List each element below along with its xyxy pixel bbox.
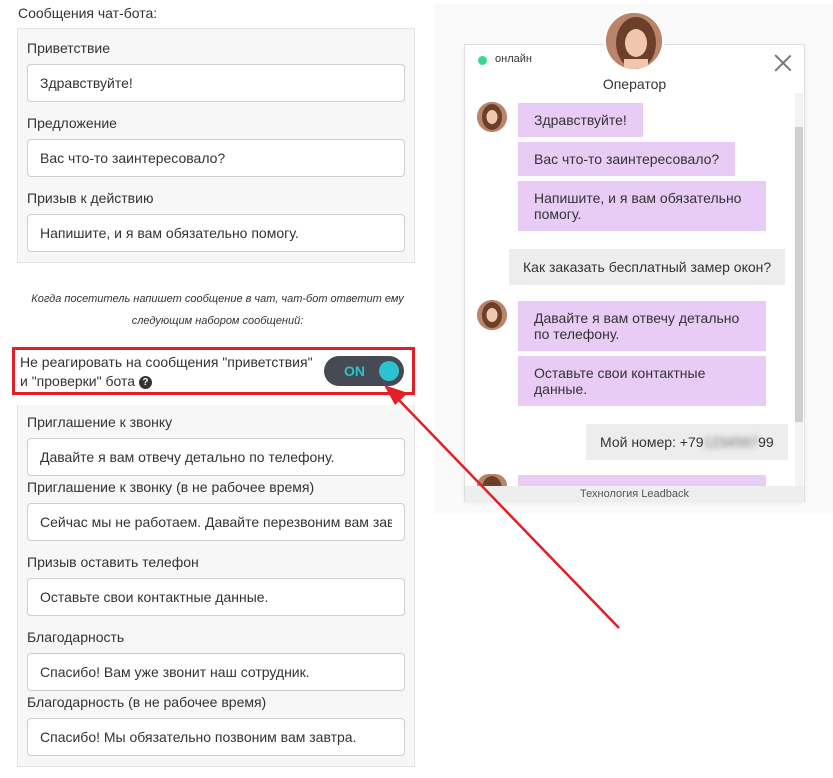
chat-scrollbar[interactable]: [795, 93, 803, 488]
ignore-greeting-switch[interactable]: ON: [324, 356, 404, 386]
greeting-label: Приветствие: [27, 40, 110, 56]
bot-message: Напишите, и я вам обязательно помогу.: [518, 181, 766, 231]
bot-message: Оставьте свои контактные данные.: [518, 356, 766, 406]
operator-avatar: [604, 11, 664, 71]
section-title: Сообщения чат-бота:: [18, 5, 158, 21]
help-icon[interactable]: ?: [138, 376, 152, 389]
call-to-action-input[interactable]: [27, 214, 405, 252]
ask-phone-input[interactable]: [27, 578, 405, 616]
phone-suffix: 99: [758, 434, 774, 450]
ignore-greeting-toggle-label: Не реагировать на сообщения "приветствия…: [20, 353, 320, 391]
info-text-line2: следующим набором сообщений:: [131, 315, 304, 327]
toggle-label-line2: и "проверки" бота: [20, 373, 136, 389]
thanks-label: Благодарность: [27, 629, 125, 645]
call-invite-input[interactable]: [27, 438, 405, 476]
switch-state-label: ON: [344, 363, 365, 379]
thanks-input[interactable]: [27, 653, 405, 691]
user-phone-message: Мой номер: +79123456799: [586, 424, 788, 460]
info-text-line1: Когда посетитель напишет сообщение в чат…: [31, 293, 404, 305]
chat-scrollbar-thumb[interactable]: [795, 127, 803, 422]
bot-message-partial: [518, 475, 766, 486]
bot-avatar: [477, 102, 507, 132]
close-icon[interactable]: [774, 54, 792, 72]
switch-knob: [379, 361, 399, 381]
online-status-icon: [478, 56, 487, 65]
user-message: Как заказать бесплатный замер окон?: [509, 249, 786, 285]
call-to-action-label: Призыв к действию: [27, 190, 154, 206]
info-text: Когда посетитель напишет сообщение в чат…: [20, 288, 415, 332]
call-invite-offhours-input[interactable]: [27, 503, 405, 541]
phone-hidden-digits: 1234567: [703, 434, 759, 450]
online-status-text: онлайн: [495, 53, 532, 65]
bot-message: Здравствуйте!: [518, 103, 643, 137]
toggle-label-line1: Не реагировать на сообщения "приветствия…: [20, 354, 313, 370]
bot-avatar: [477, 474, 507, 486]
ignore-greeting-toggle-row: Не реагировать на сообщения "приветствия…: [12, 347, 415, 395]
call-invite-offhours-label: Приглашение к звонку (в не рабочее время…: [27, 479, 315, 495]
call-invite-label: Приглашение к звонку: [27, 414, 173, 430]
offer-label: Предложение: [27, 115, 117, 131]
chat-footer: Технология Leadback: [465, 486, 804, 502]
offer-input[interactable]: [27, 139, 405, 177]
greeting-input[interactable]: [27, 64, 405, 102]
bot-message: Давайте я вам отвечу детально по телефон…: [518, 301, 766, 351]
ask-phone-label: Призыв оставить телефон: [27, 554, 199, 570]
thanks-offhours-input[interactable]: [27, 718, 405, 756]
phone-prefix: Мой номер: +79: [600, 434, 704, 450]
bot-message: Вас что-то заинтересовало?: [518, 142, 736, 176]
operator-name: Оператор: [602, 76, 667, 92]
thanks-offhours-label: Благодарность (в не рабочее время): [27, 694, 267, 710]
bot-avatar: [477, 300, 507, 330]
